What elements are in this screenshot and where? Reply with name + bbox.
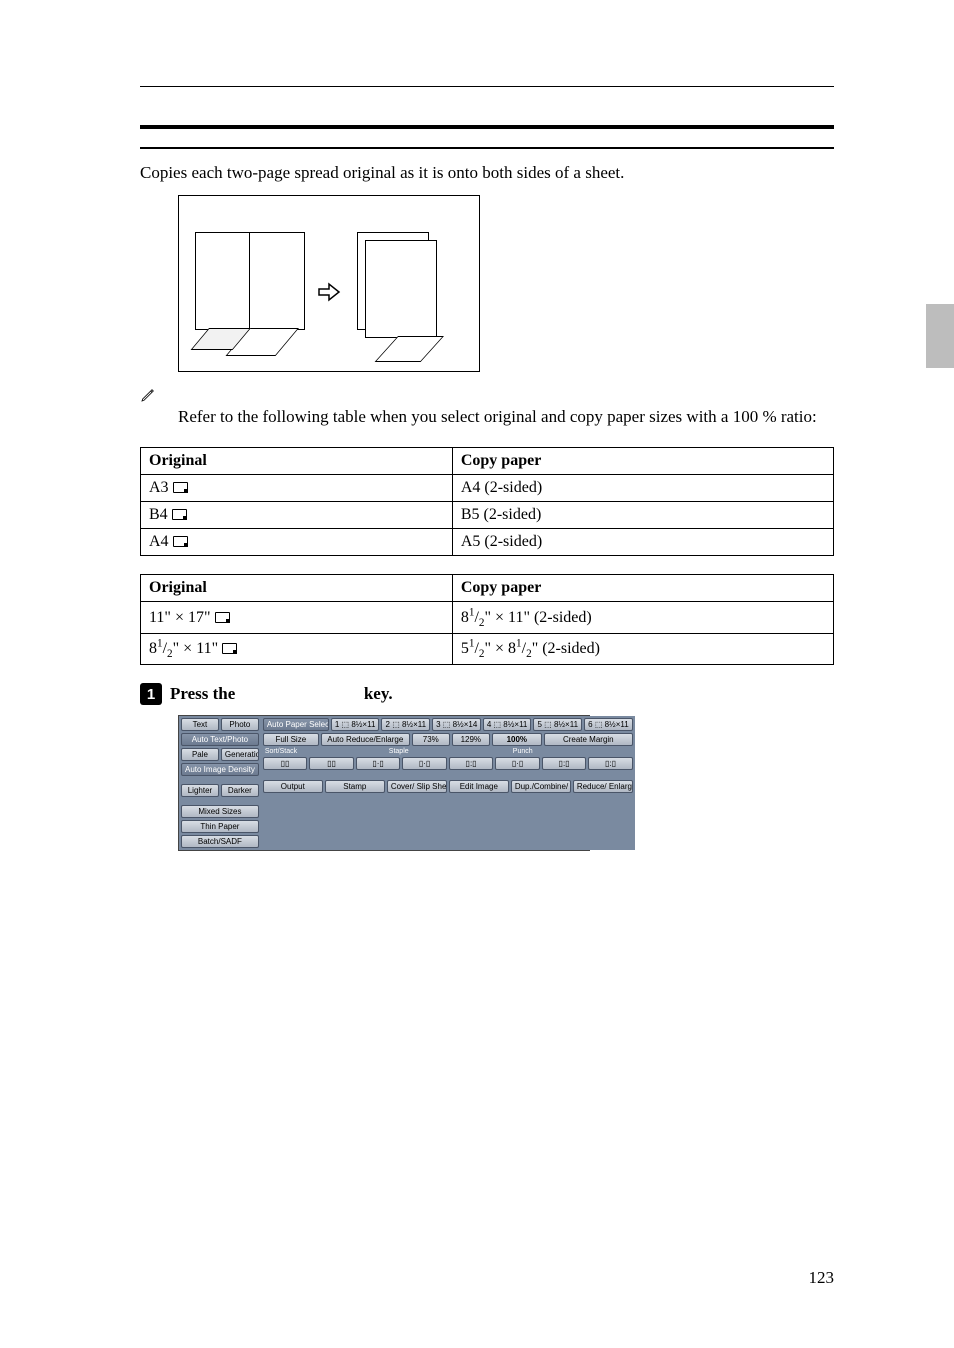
- cell-orig: 81/2" × 11": [149, 640, 218, 657]
- paper-size-table-metric: Original Copy paper A3 A4 (2-sided) B4 B…: [140, 447, 834, 556]
- shot-btn: 129%: [452, 733, 490, 746]
- shot-btn: Mixed Sizes: [181, 805, 259, 818]
- note-text: Refer to the following table when you se…: [178, 404, 834, 430]
- shot-btn: ▯·▯: [402, 757, 447, 770]
- control-panel-screenshot: Text Photo Auto Text/Photo Pale Generati…: [178, 715, 590, 851]
- shot-btn: 4 ⬚ 8½×11: [483, 718, 532, 731]
- shot-btn: Reduce/ Enlarge: [573, 780, 633, 793]
- intro-text: Copies each two-page spread original as …: [140, 161, 834, 185]
- note-icon: [140, 387, 156, 403]
- shot-btn: Stamp: [325, 780, 385, 793]
- section-tab: [926, 304, 954, 368]
- shot-btn: 1 ⬚ 8½×11: [331, 718, 380, 731]
- paper-size-table-inch: Original Copy paper 11" × 17" 81/2" × 11…: [140, 574, 834, 665]
- shot-label: Punch: [511, 748, 633, 755]
- cell-copy: 51/2" × 81/2" (2-sided): [461, 640, 600, 657]
- rule: [140, 125, 834, 129]
- landscape-icon: [222, 643, 237, 654]
- step-number-badge: 1: [140, 683, 162, 705]
- shot-btn: Darker: [221, 784, 259, 797]
- shot-btn: Generation: [221, 748, 259, 761]
- shot-btn: Photo: [221, 718, 259, 731]
- page-number: 123: [809, 1268, 835, 1288]
- shot-btn: ▯▯: [263, 757, 308, 770]
- shot-btn: ▯:▯: [542, 757, 587, 770]
- landscape-icon: [215, 612, 230, 623]
- page-content: Copies each two-page spread original as …: [0, 0, 954, 891]
- step-1: 1 Press the key.: [140, 683, 834, 705]
- shot-btn: 5 ⬚ 8½×11: [533, 718, 582, 731]
- shot-btn: 73%: [412, 733, 450, 746]
- shot-btn: Text: [181, 718, 219, 731]
- shot-btn: Auto Paper Select: [263, 718, 329, 731]
- shot-btn: Create Margin: [544, 733, 633, 746]
- landscape-icon: [173, 536, 188, 547]
- shot-btn: 2 ⬚ 8½×11: [381, 718, 430, 731]
- th-original: Original: [149, 579, 207, 596]
- shot-btn: Cover/ Slip Sheet: [387, 780, 447, 793]
- shot-btn: Auto Reduce/Enlarge: [321, 733, 410, 746]
- th-copy: Copy paper: [461, 579, 541, 596]
- shot-label: Sort/Stack: [263, 748, 385, 755]
- shot-btn: Lighter: [181, 784, 219, 797]
- shot-btn: ▯▯: [309, 757, 354, 770]
- book-to-duplex-illustration: [178, 195, 480, 372]
- cell-orig: 11" × 17": [149, 609, 211, 626]
- shot-btn: ▯:▯: [449, 757, 494, 770]
- landscape-icon: [173, 482, 188, 493]
- shot-btn: 3 ⬚ 8½×14: [432, 718, 481, 731]
- shot-btn: Full Size: [263, 733, 319, 746]
- step-text: Press the key.: [170, 684, 393, 704]
- shot-btn: Auto Image Density: [181, 763, 259, 776]
- rule: [140, 147, 834, 149]
- shot-btn: ▯·▯: [356, 757, 401, 770]
- shot-btn: Thin Paper: [181, 820, 259, 833]
- table-row: A3 A4 (2-sided): [141, 475, 834, 502]
- table-row: 81/2" × 11" 51/2" × 81/2" (2-sided): [141, 633, 834, 665]
- landscape-icon: [172, 509, 187, 520]
- shot-btn: Dup./Combine/ Series: [511, 780, 571, 793]
- cell-copy: 81/2" × 11" (2-sided): [461, 609, 592, 626]
- shot-btn: ▯·▯: [495, 757, 540, 770]
- arrow-right-icon: [317, 280, 341, 304]
- shot-btn: Pale: [181, 748, 219, 761]
- shot-btn: Edit Image: [449, 780, 509, 793]
- th-original: Original: [149, 452, 207, 469]
- table-row: B4 B5 (2-sided): [141, 502, 834, 529]
- shot-btn: Auto Text/Photo: [181, 733, 259, 746]
- shot-btn: ▯:▯: [588, 757, 633, 770]
- shot-btn: Output: [263, 780, 323, 793]
- shot-label: Staple: [387, 748, 509, 755]
- shot-btn: 100%: [492, 733, 542, 746]
- rule: [140, 86, 834, 87]
- shot-btn: Batch/SADF: [181, 835, 259, 848]
- table-row: 11" × 17" 81/2" × 11" (2-sided): [141, 602, 834, 634]
- table-row: A4 A5 (2-sided): [141, 529, 834, 556]
- th-copy: Copy paper: [461, 452, 541, 469]
- shot-btn: 6 ⬚ 8½×11: [584, 718, 633, 731]
